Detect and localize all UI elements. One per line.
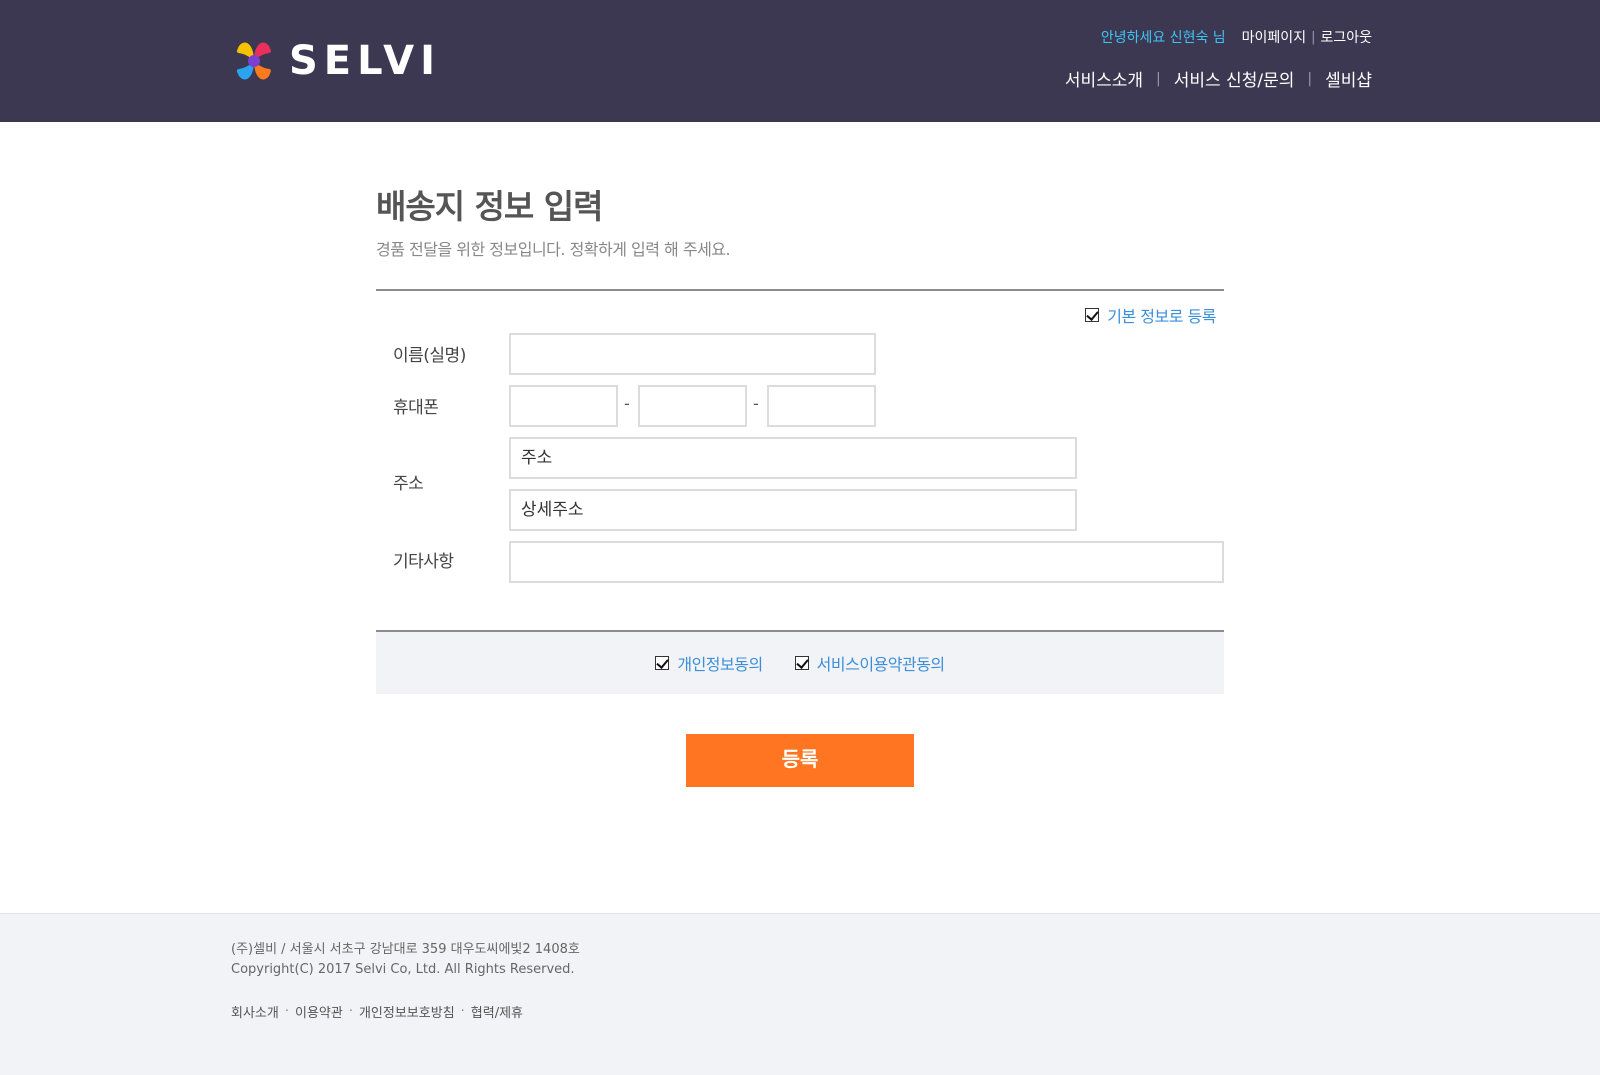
phone-separator: - bbox=[753, 394, 759, 413]
checkbox-checked-icon[interactable] bbox=[1085, 308, 1100, 322]
divider: | bbox=[1156, 70, 1161, 87]
privacy-agree-label: 개인정보동의 bbox=[677, 655, 763, 674]
footer-separator: · bbox=[460, 1004, 465, 1019]
checkbox-checked-icon[interactable] bbox=[655, 656, 670, 670]
footer-separator: · bbox=[348, 1004, 353, 1019]
user-greeting: 안녕하세요 신현숙 님 bbox=[1100, 30, 1226, 46]
phone-input-3[interactable] bbox=[767, 385, 876, 427]
footer-link-terms[interactable]: 이용약관 bbox=[295, 1002, 343, 1021]
heart-clover-logo-icon bbox=[236, 42, 272, 80]
name-input[interactable] bbox=[509, 333, 876, 375]
footer-link-company[interactable]: 회사소개 bbox=[231, 1002, 279, 1021]
page-title: 배송지 정보 입력 bbox=[376, 187, 603, 226]
terms-agree-checkbox[interactable]: 서비스이용약관동의 bbox=[794, 651, 945, 675]
submit-button[interactable]: 등록 bbox=[686, 734, 914, 787]
page-description: 경품 전달을 위한 정보입니다. 정확하게 입력 해 주세요. bbox=[376, 240, 731, 259]
phone-input-1[interactable] bbox=[509, 385, 618, 427]
mypage-link[interactable]: 마이페이지 bbox=[1242, 27, 1306, 47]
privacy-agree-checkbox[interactable]: 개인정보동의 bbox=[655, 651, 763, 675]
footer-link-privacy[interactable]: 개인정보보호방침 bbox=[359, 1002, 455, 1021]
name-label: 이름(실명) bbox=[393, 346, 466, 366]
footer-separator: · bbox=[284, 1004, 289, 1019]
brand-logo[interactable]: SELVI bbox=[231, 38, 441, 84]
terms-agree-label: 서비스이용약관동의 bbox=[816, 655, 945, 674]
divider: | bbox=[1307, 70, 1313, 87]
logout-link[interactable]: 로그아웃 bbox=[1320, 27, 1372, 47]
address-detail-input[interactable]: 상세주소 bbox=[509, 489, 1077, 531]
checkbox-checked-icon[interactable] bbox=[794, 656, 809, 670]
address-label: 주소 bbox=[393, 474, 424, 494]
phone-input-2[interactable] bbox=[638, 385, 747, 427]
divider bbox=[376, 289, 1224, 291]
copyright: Copyright(C) 2017 Selvi Co, Ltd. All Rig… bbox=[231, 962, 575, 977]
save-as-default-checkbox[interactable]: 기본 정보로 등록 bbox=[1085, 303, 1216, 327]
nav-service-apply[interactable]: 서비스 신청/문의 bbox=[1174, 66, 1295, 91]
divider: | bbox=[1311, 29, 1316, 45]
etc-label: 기타사항 bbox=[393, 552, 454, 572]
site-header: SELVI 안녕하세요 신현숙 님 마이페이지 | 로그아웃 서비스소개 | 서… bbox=[0, 0, 1600, 122]
etc-input[interactable] bbox=[509, 541, 1224, 583]
agreement-panel: 개인정보동의 서비스이용약관동의 bbox=[376, 632, 1224, 694]
main-navigation: 서비스소개 | 서비스 신청/문의 | 셀비샵 bbox=[1065, 66, 1372, 92]
nav-selvi-shop[interactable]: 셀비샵 bbox=[1325, 66, 1372, 91]
address-input[interactable]: 주소 bbox=[509, 437, 1077, 479]
nav-service-intro[interactable]: 서비스소개 bbox=[1065, 66, 1143, 91]
phone-separator: - bbox=[624, 394, 630, 413]
footer-link-partnership[interactable]: 협력/제휴 bbox=[471, 1002, 523, 1021]
save-as-default-label: 기본 정보로 등록 bbox=[1107, 307, 1216, 326]
brand-name: SELVI bbox=[289, 38, 441, 84]
phone-label: 휴대폰 bbox=[393, 398, 439, 418]
footer-links: 회사소개 · 이용약관 · 개인정보보호방침 · 협력/제휴 bbox=[231, 1002, 523, 1021]
site-footer: (주)셀비 / 서울시 서초구 강남대로 359 대우도씨에빛2 1408호 C… bbox=[0, 913, 1600, 1075]
company-address: (주)셀비 / 서울시 서초구 강남대로 359 대우도씨에빛2 1408호 bbox=[231, 942, 580, 957]
user-utility-bar: 안녕하세요 신현숙 님 마이페이지 | 로그아웃 bbox=[1101, 27, 1372, 47]
